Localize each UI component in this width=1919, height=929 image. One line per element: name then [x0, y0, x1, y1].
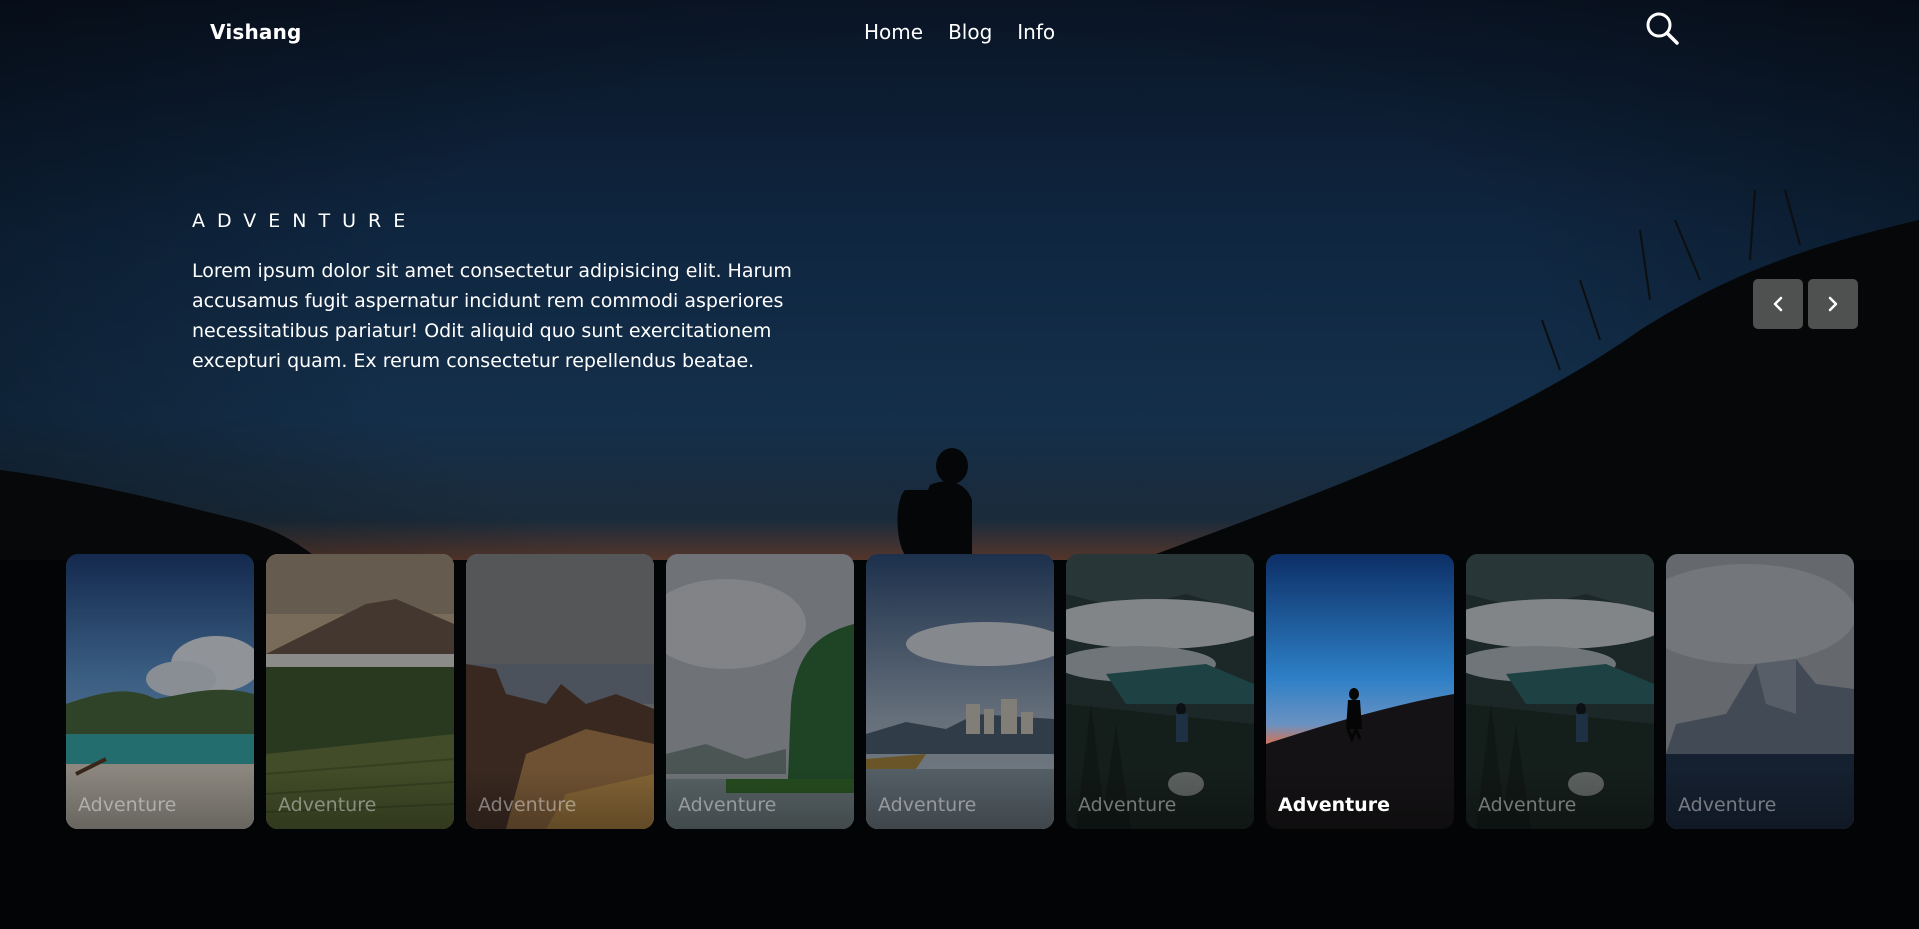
- card-valley-hiker-2[interactable]: Adventure: [1466, 554, 1654, 829]
- top-navigation: Vishang Home Blog Info: [0, 0, 1919, 62]
- card-label: Adventure: [1478, 794, 1577, 816]
- card-sunset-hiker[interactable]: Adventure: [1266, 554, 1454, 829]
- hero-eyebrow: ADVENTURE: [192, 210, 418, 232]
- prev-slide-button[interactable]: [1753, 279, 1803, 329]
- card-town[interactable]: Adventure: [866, 554, 1054, 829]
- search-icon[interactable]: [1645, 11, 1681, 47]
- card-label: Adventure: [278, 794, 377, 816]
- card-label: Adventure: [478, 794, 577, 816]
- card-label: Adventure: [878, 794, 977, 816]
- card-volcano[interactable]: Adventure: [266, 554, 454, 829]
- card-label: Adventure: [1078, 794, 1177, 816]
- nav-link-blog[interactable]: Blog: [948, 20, 992, 44]
- nav-link-info[interactable]: Info: [1017, 20, 1055, 44]
- nav-link-home[interactable]: Home: [864, 20, 923, 44]
- nav-links: Home Blog Info: [864, 20, 1055, 44]
- next-slide-button[interactable]: [1808, 279, 1858, 329]
- card-cliff[interactable]: Adventure: [666, 554, 854, 829]
- card-beach[interactable]: Adventure: [66, 554, 254, 829]
- card-iceberg[interactable]: Adventure: [1666, 554, 1854, 829]
- chevron-right-icon: [1828, 296, 1838, 312]
- card-label: Adventure: [1678, 794, 1777, 816]
- card-label: Adventure: [78, 794, 177, 816]
- card-valley-hiker-1[interactable]: Adventure: [1066, 554, 1254, 829]
- card-label: Adventure: [1278, 794, 1390, 816]
- hero-description: Lorem ipsum dolor sit amet consectetur a…: [192, 260, 792, 372]
- card-rocks[interactable]: Adventure: [466, 554, 654, 829]
- brand-logo[interactable]: Vishang: [210, 20, 302, 44]
- chevron-left-icon: [1773, 296, 1783, 312]
- card-label: Adventure: [678, 794, 777, 816]
